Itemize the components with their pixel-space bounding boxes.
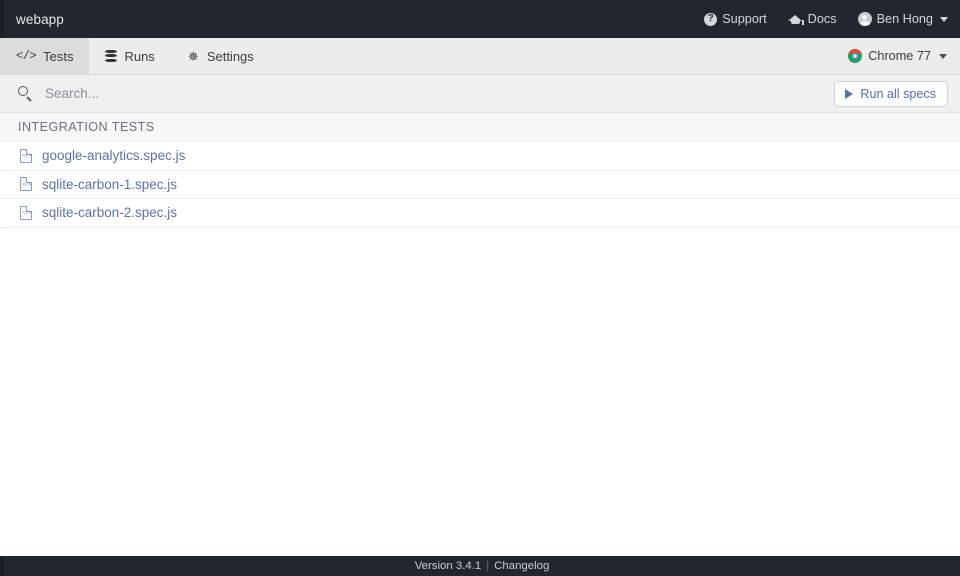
user-name-label: Ben Hong [876,12,933,26]
tab-tests[interactable]: </> Tests [0,38,90,74]
tab-tests-label: Tests [43,48,74,64]
question-circle-icon: ? [704,12,718,26]
code-brackets-icon: </> [16,49,37,63]
header-links: ? Support Docs Ben Hong [704,12,960,26]
spec-section-header[interactable]: INTEGRATION TESTS [0,113,960,142]
spec-list-panel: INTEGRATION TESTS </> google-analytics.s… [0,113,960,556]
docs-link[interactable]: Docs [787,12,837,26]
footer-bar: Version 3.4.1 | Changelog [0,556,960,576]
search-icon [18,86,33,101]
spec-section-title: INTEGRATION TESTS [18,120,155,134]
avatar-icon [857,12,872,26]
version-label: Version 3.4.1 [414,560,482,572]
search-bar: Run all specs [0,75,960,113]
footer-separator: | [486,560,490,572]
spec-file-name: sqlite-carbon-1.spec.js [42,176,178,192]
tab-runs[interactable]: Runs [89,38,170,74]
browser-label: Chrome 77 [868,49,931,63]
support-link[interactable]: ? Support [704,12,767,26]
search-input[interactable] [33,86,835,101]
project-title: webapp [16,11,64,27]
database-stack-icon [105,49,118,63]
top-header-bar: webapp ? Support Docs Ben Hong [0,0,960,38]
spec-list-item[interactable]: </> google-analytics.spec.js [0,142,960,171]
chevron-down-icon [939,53,947,59]
user-menu[interactable]: Ben Hong [857,12,948,26]
spec-file-name: sqlite-carbon-2.spec.js [42,205,178,221]
graduation-cap-icon [787,13,804,25]
app-window: webapp ? Support Docs Ben Hong </> Tests… [0,0,960,576]
tab-settings-label: Settings [206,48,254,64]
docs-label: Docs [807,12,837,26]
js-file-icon: </> [20,205,32,220]
changelog-link[interactable]: Changelog [494,560,549,572]
run-all-specs-button[interactable]: Run all specs [834,80,948,107]
tab-runs-label: Runs [124,48,155,64]
chrome-icon [848,49,863,63]
spec-file-name: google-analytics.spec.js [42,148,186,164]
chevron-down-icon [940,16,948,22]
js-file-icon: </> [20,148,32,163]
play-icon [845,88,854,99]
gear-icon: ✵ [187,48,199,64]
spec-list-item[interactable]: </> sqlite-carbon-1.spec.js [0,171,960,199]
run-all-specs-label: Run all specs [860,86,936,101]
tab-settings[interactable]: ✵ Settings [171,38,270,74]
nav-tab-bar: </> Tests Runs ✵ Settings Chrome 77 [0,38,960,75]
browser-selector[interactable]: Chrome 77 [835,38,960,74]
js-file-icon: </> [20,177,32,192]
spec-list-item[interactable]: </> sqlite-carbon-2.spec.js [0,199,960,228]
support-label: Support [722,12,767,26]
